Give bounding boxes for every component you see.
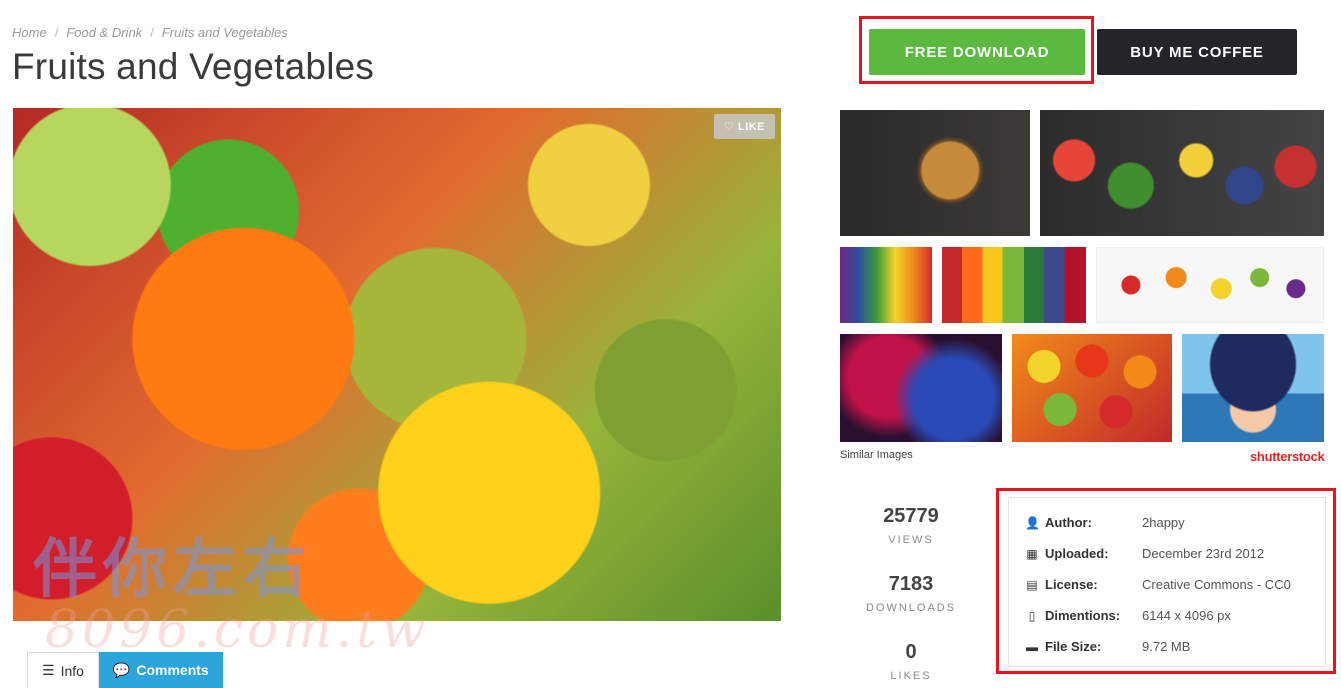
breadcrumb-separator: / [150, 25, 154, 40]
buy-me-coffee-button[interactable]: BUY ME COFFEE [1097, 29, 1297, 75]
similar-thumb-fruit-mix[interactable] [1012, 334, 1172, 442]
likes-label: LIKES [890, 670, 932, 682]
similar-thumb-color-smoke[interactable] [840, 334, 1002, 442]
downloads-stat: 7183 DOWNLOADS [862, 573, 960, 614]
list-icon: ☰ [42, 662, 55, 678]
similar-thumb-fruit-row[interactable] [1096, 247, 1324, 323]
views-count: 25779 [883, 505, 939, 527]
tab-info[interactable]: ☰ Info [27, 652, 99, 688]
breadcrumb-separator: / [54, 25, 59, 40]
comments-icon: 💬 [112, 661, 131, 678]
views-stat: 25779 VIEWS [862, 505, 960, 546]
breadcrumb-home[interactable]: Home [12, 25, 47, 40]
similar-thumb-healthy-food[interactable] [1040, 110, 1324, 236]
watermark-url: 8096.com.tw [45, 600, 430, 660]
info-highlight-box [996, 488, 1336, 674]
views-label: VIEWS [888, 534, 934, 546]
breadcrumb-current: Fruits and Vegetables [161, 25, 288, 40]
downloads-count: 7183 [888, 573, 934, 595]
heart-icon: ♡ [724, 121, 735, 133]
download-highlight-box [859, 16, 1094, 84]
shutterstock-logo[interactable]: shutterstock [1250, 449, 1325, 464]
likes-count: 0 [905, 641, 917, 663]
similar-thumb-nuts[interactable] [840, 110, 1030, 236]
like-label: LIKE [737, 121, 765, 133]
similar-thumb-rainbow-produce[interactable] [840, 247, 932, 323]
breadcrumb: Home / Food & Drink / Fruits and Vegetab… [12, 25, 288, 40]
watermark-text: 伴你左右 [33, 533, 313, 605]
like-button[interactable]: ♡ LIKE [714, 114, 775, 139]
downloads-label: DOWNLOADS [865, 602, 957, 614]
main-photo: ♡ LIKE 伴你左右 [13, 108, 781, 621]
tab-comments[interactable]: 💬 Comments [98, 652, 223, 688]
tab-info-label: Info [60, 662, 84, 679]
similar-thumb-woman-watermelon[interactable] [1182, 334, 1324, 442]
detail-tabs: ☰ Info 💬 Comments [27, 652, 223, 688]
page-title: Fruits and Vegetables [12, 46, 375, 87]
similar-thumb-color-stripes[interactable] [942, 247, 1086, 323]
likes-stat: 0 LIKES [862, 641, 960, 682]
similar-images-label: Similar Images [840, 449, 913, 461]
tab-comments-label: Comments [136, 662, 209, 678]
breadcrumb-food-drink[interactable]: Food & Drink [66, 25, 142, 40]
